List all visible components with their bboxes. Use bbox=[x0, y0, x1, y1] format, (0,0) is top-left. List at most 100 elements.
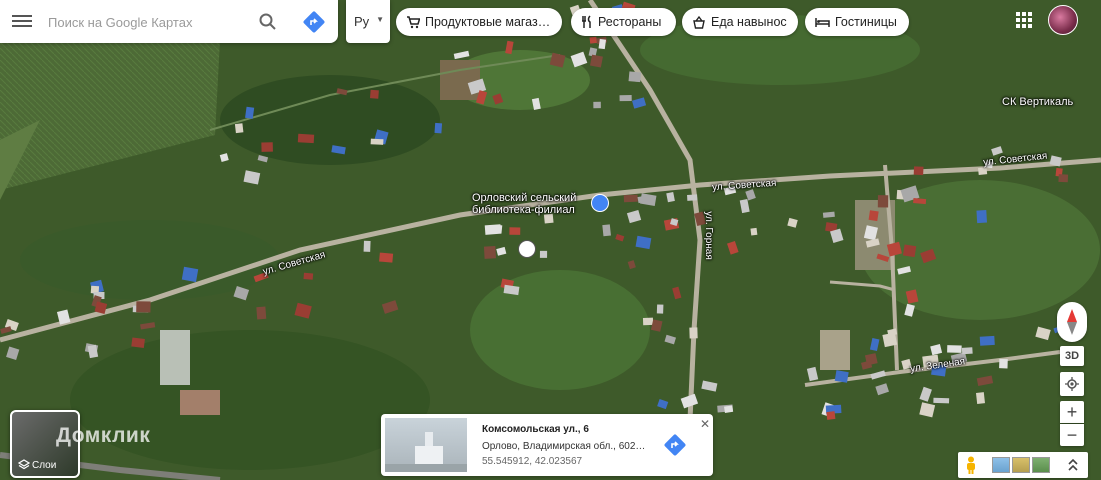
building-roof bbox=[933, 397, 950, 404]
building-roof bbox=[623, 194, 638, 203]
building-roof bbox=[913, 198, 927, 205]
building-roof bbox=[975, 392, 985, 404]
satellite-map[interactable] bbox=[0, 0, 1101, 480]
expand-icon[interactable] bbox=[1066, 458, 1080, 472]
building-roof bbox=[642, 317, 654, 326]
search-input[interactable] bbox=[46, 9, 250, 35]
directions-icon[interactable] bbox=[663, 433, 687, 457]
building-roof bbox=[181, 266, 199, 283]
bottom-controls bbox=[958, 452, 1088, 478]
layers-label: Слои bbox=[32, 460, 57, 471]
chip-label: Гостиницы bbox=[835, 15, 897, 29]
compass-icon bbox=[1067, 309, 1077, 335]
location-icon bbox=[1065, 377, 1079, 391]
language-select[interactable]: Ру ▼ bbox=[346, 0, 390, 43]
3d-toggle-button[interactable]: 3D bbox=[1060, 346, 1084, 366]
building-roof bbox=[589, 54, 603, 68]
imagery-thumbnail[interactable] bbox=[992, 457, 1010, 473]
building-roof bbox=[877, 195, 889, 208]
building-roof bbox=[976, 209, 988, 224]
chevron-down-icon: ▼ bbox=[376, 15, 384, 24]
sport-club-label-text: СК Вертикаль bbox=[1002, 96, 1074, 108]
place-coordinates: 55.545912, 42.023567 bbox=[482, 456, 583, 467]
place-address: Орлово, Владимирская обл., 602… bbox=[482, 441, 646, 452]
building-roof bbox=[598, 38, 607, 50]
building-roof bbox=[593, 101, 601, 109]
library-icon bbox=[591, 194, 609, 212]
chip-takeout[interactable]: Еда навынос bbox=[682, 8, 798, 36]
menu-icon[interactable] bbox=[12, 12, 32, 32]
language-value: Ру bbox=[354, 14, 370, 29]
building-roof bbox=[750, 227, 758, 236]
avatar[interactable] bbox=[1048, 5, 1078, 35]
building-roof bbox=[131, 337, 145, 348]
imagery-thumbnail[interactable] bbox=[1012, 457, 1030, 473]
fork-knife-icon bbox=[582, 15, 591, 28]
building-roof bbox=[370, 138, 384, 145]
directions-icon[interactable] bbox=[302, 10, 326, 34]
building-roof bbox=[656, 304, 664, 314]
building-roof bbox=[136, 301, 151, 313]
close-icon[interactable]: ✕ bbox=[700, 417, 710, 431]
building-roof bbox=[947, 345, 962, 353]
zoom-in-button[interactable]: + bbox=[1060, 401, 1084, 423]
building-roof bbox=[509, 227, 521, 235]
building-roof bbox=[245, 106, 255, 119]
place-title: Комсомольская ул., 6 bbox=[482, 424, 589, 435]
building-roof bbox=[303, 272, 314, 280]
building-roof bbox=[999, 358, 1008, 369]
chip-grocery[interactable]: Продуктовые магаз… bbox=[396, 8, 562, 36]
building-roof bbox=[902, 244, 917, 258]
building-roof bbox=[539, 250, 548, 258]
building-roof bbox=[484, 224, 502, 235]
building-roof bbox=[978, 167, 988, 176]
building-roof bbox=[1058, 174, 1069, 183]
chip-restaurants[interactable]: Рестораны bbox=[571, 8, 676, 36]
street-label-gornaya: ул. Горная bbox=[702, 211, 714, 260]
cart-icon bbox=[407, 16, 420, 29]
building-roof bbox=[234, 123, 244, 134]
library-label-text: Орловский сельский библиотека-филиал bbox=[472, 192, 577, 216]
building-roof bbox=[589, 36, 598, 44]
imagery-thumbnail[interactable] bbox=[1032, 457, 1050, 473]
building-roof bbox=[834, 370, 849, 383]
layers-icon bbox=[18, 459, 30, 470]
place-photo[interactable] bbox=[385, 418, 467, 472]
building-roof bbox=[961, 347, 973, 355]
building-roof bbox=[979, 335, 995, 346]
search-box bbox=[0, 0, 338, 43]
building-roof bbox=[256, 306, 267, 320]
chip-label: Продуктовые магаз… bbox=[425, 15, 551, 29]
building-roof bbox=[689, 327, 698, 339]
building-roof bbox=[379, 252, 394, 263]
bed-icon bbox=[815, 18, 830, 27]
watermark-logo: Домклик bbox=[56, 424, 151, 447]
search-icon[interactable] bbox=[258, 12, 278, 32]
my-location-button[interactable] bbox=[1060, 372, 1084, 396]
building-roof bbox=[628, 71, 642, 83]
apps-grid-icon[interactable] bbox=[1014, 10, 1034, 30]
map-label-sport-club[interactable]: СК Вертикаль bbox=[1002, 96, 1073, 108]
compass-button[interactable] bbox=[1057, 302, 1087, 342]
building-roof bbox=[261, 142, 273, 152]
building-roof bbox=[483, 246, 496, 259]
place-info-card[interactable]: Комсомольская ул., 6 Орлово, Владимирска… bbox=[381, 414, 713, 476]
building-roof bbox=[370, 89, 379, 99]
building-roof bbox=[602, 224, 611, 237]
place-marker[interactable] bbox=[518, 240, 536, 258]
takeout-icon bbox=[693, 15, 705, 29]
building-roof bbox=[363, 240, 371, 252]
building-roof bbox=[724, 405, 734, 413]
chip-label: Еда навынос bbox=[711, 15, 787, 29]
building-roof bbox=[868, 210, 879, 222]
chip-label: Рестораны bbox=[598, 15, 662, 29]
building-roof bbox=[826, 411, 836, 420]
pegman-icon[interactable] bbox=[964, 456, 978, 474]
building-roof bbox=[687, 194, 698, 201]
building-roof bbox=[913, 166, 924, 176]
map-label-library[interactable]: Орловский сельский библиотека-филиал bbox=[472, 192, 576, 216]
building-roof bbox=[619, 94, 632, 102]
chip-hotels[interactable]: Гостиницы bbox=[805, 8, 909, 36]
zoom-out-button[interactable]: − bbox=[1060, 424, 1084, 446]
building-roof bbox=[297, 133, 315, 144]
